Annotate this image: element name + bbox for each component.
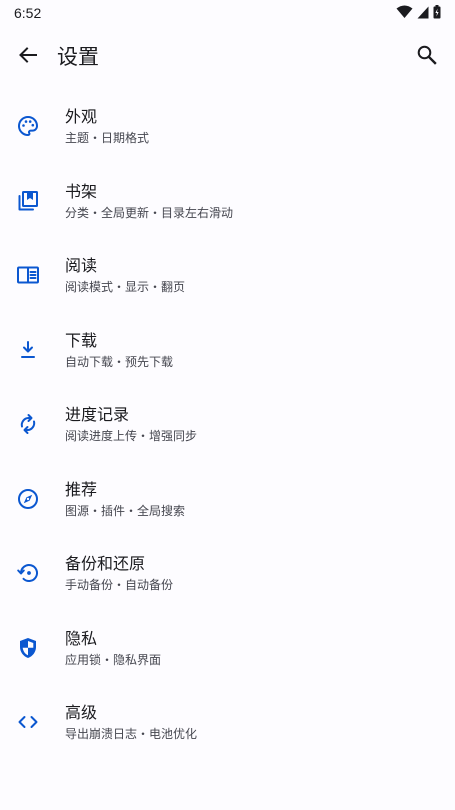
status-bar: 6:52 bbox=[0, 0, 455, 26]
page-title: 设置 bbox=[57, 45, 99, 69]
wifi-icon bbox=[396, 5, 413, 19]
compass-icon bbox=[16, 487, 40, 511]
reader-icon bbox=[16, 263, 40, 287]
settings-item-summary: 阅读模式・显示・翻页 bbox=[65, 280, 186, 294]
search-icon bbox=[415, 43, 439, 71]
settings-item-downloads[interactable]: 下载 自动下载・预先下载 bbox=[0, 315, 455, 390]
code-icon bbox=[16, 710, 40, 734]
settings-list: 外观 主题・日期格式 书架 分类・全局更新・目录左右滑动 阅读 阅读模式・显示・… bbox=[0, 91, 455, 762]
settings-item-title: 隐私 bbox=[65, 628, 98, 648]
settings-item-summary: 手动备份・自动备份 bbox=[65, 578, 174, 592]
settings-item-title: 推荐 bbox=[65, 479, 98, 499]
download-icon bbox=[16, 338, 40, 362]
app-bar: 设置 bbox=[0, 26, 455, 88]
settings-item-summary: 自动下载・预先下载 bbox=[65, 354, 174, 369]
settings-item-title: 外观 bbox=[65, 107, 98, 126]
settings-item-summary: 应用锁・隐私界面 bbox=[65, 652, 162, 667]
settings-item-summary: 阅读进度上传・增强同步 bbox=[65, 429, 198, 443]
settings-item-advanced[interactable]: 高级 导出崩溃日志・电池优化 bbox=[0, 687, 455, 762]
palette-icon bbox=[16, 114, 40, 138]
cellular-signal-icon bbox=[417, 6, 429, 19]
settings-item-title: 下载 bbox=[65, 330, 98, 350]
settings-item-summary: 主题・日期格式 bbox=[65, 131, 150, 145]
settings-item-title: 备份和还原 bbox=[65, 554, 146, 573]
settings-item-tracking[interactable]: 进度记录 阅读进度上传・增强同步 bbox=[0, 389, 455, 464]
back-button[interactable] bbox=[8, 33, 48, 81]
backup-restore-icon bbox=[16, 561, 40, 585]
settings-item-title: 书架 bbox=[65, 181, 98, 201]
privacy-shield-icon bbox=[16, 636, 40, 660]
battery-icon bbox=[433, 5, 441, 19]
settings-item-title: 进度记录 bbox=[65, 405, 130, 424]
settings-item-browse[interactable]: 推荐 图源・插件・全局搜索 bbox=[0, 464, 455, 539]
settings-item-security[interactable]: 隐私 应用锁・隐私界面 bbox=[0, 613, 455, 688]
settings-item-appearance[interactable]: 外观 主题・日期格式 bbox=[0, 91, 455, 166]
settings-item-title: 阅读 bbox=[65, 256, 98, 275]
settings-item-summary: 图源・插件・全局搜索 bbox=[65, 503, 186, 518]
bookshelf-icon bbox=[16, 189, 40, 213]
settings-item-library[interactable]: 书架 分类・全局更新・目录左右滑动 bbox=[0, 166, 455, 241]
search-button[interactable] bbox=[407, 33, 447, 81]
status-icons bbox=[396, 5, 441, 19]
settings-item-reader[interactable]: 阅读 阅读模式・显示・翻页 bbox=[0, 240, 455, 315]
status-time: 6:52 bbox=[14, 5, 42, 21]
sync-icon bbox=[16, 412, 40, 436]
settings-item-summary: 导出崩溃日志・电池优化 bbox=[65, 727, 198, 741]
arrow-back-icon bbox=[16, 43, 40, 71]
settings-item-backup[interactable]: 备份和还原 手动备份・自动备份 bbox=[0, 538, 455, 613]
settings-item-summary: 分类・全局更新・目录左右滑动 bbox=[65, 205, 234, 220]
settings-item-title: 高级 bbox=[65, 703, 98, 722]
